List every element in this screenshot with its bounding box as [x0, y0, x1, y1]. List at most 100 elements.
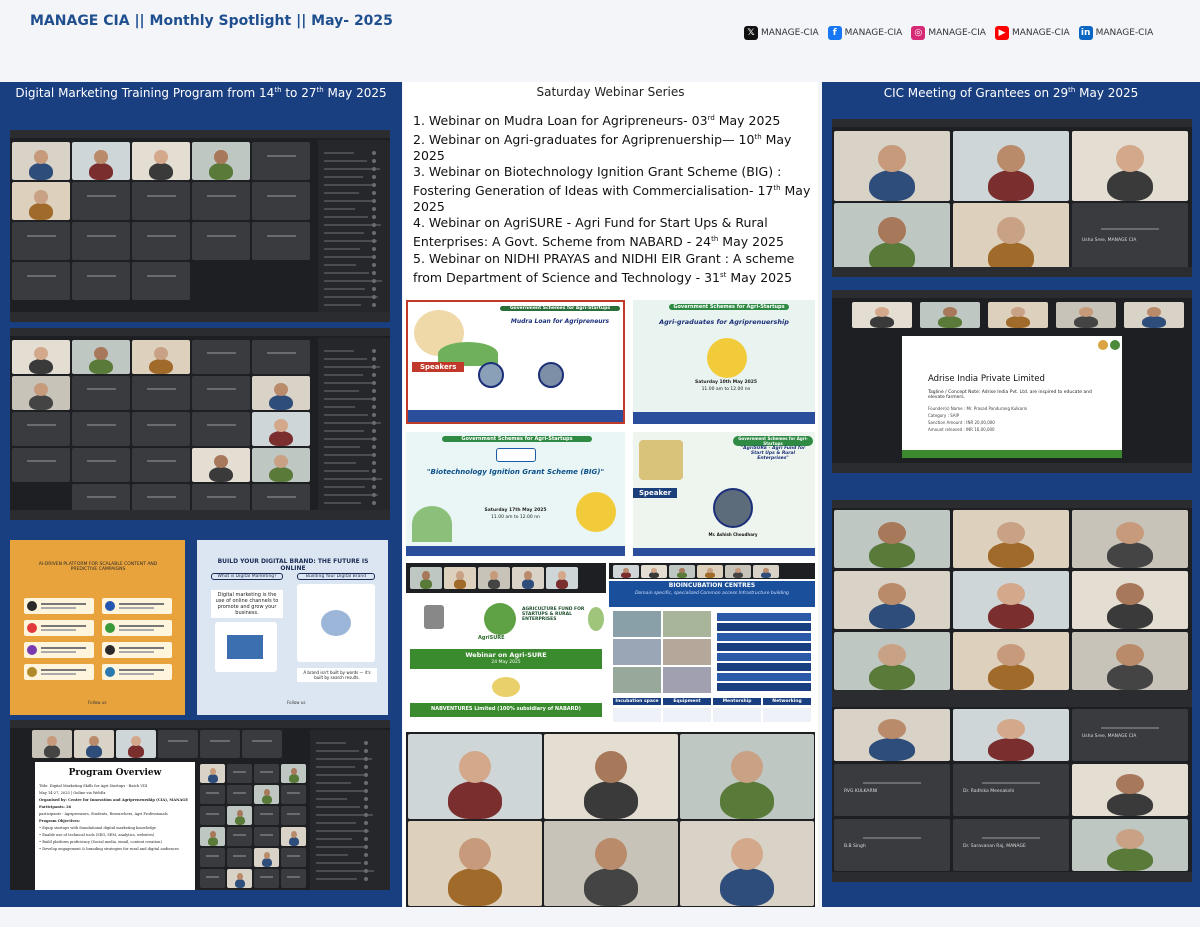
participant-status-dot [372, 151, 376, 155]
participant-face [762, 567, 770, 573]
participant-name-placeholder [206, 812, 219, 815]
participant-face [997, 643, 1025, 666]
participant-body [209, 466, 233, 482]
participant-video [544, 734, 678, 819]
ai-tool-line [119, 629, 154, 631]
participant-name-placeholder [266, 195, 296, 198]
participant-list-line [324, 462, 356, 464]
participant-list-line [324, 494, 378, 496]
participant-status-dot [364, 813, 368, 817]
participant-body [269, 394, 293, 410]
participant-face [878, 582, 906, 605]
bioinc-tab: Equipment [663, 698, 711, 705]
participant-name: RVG KULKARNI [844, 789, 878, 794]
bioinc-tab: Incubation space [613, 698, 661, 705]
participant-name-placeholder [1101, 727, 1159, 730]
participant-tile [132, 262, 190, 300]
right-column-heading: CIC Meeting of Grantees on 29th May 2025 [883, 86, 1139, 100]
participant-face [1116, 582, 1144, 605]
ai-tool-logo [27, 601, 37, 611]
participant-list-line [316, 838, 352, 840]
participant-body [987, 541, 1035, 568]
bioinc-stat [717, 653, 811, 661]
participant-name-placeholder [146, 387, 176, 390]
company-detail: Category : SAIP [928, 413, 960, 418]
participant-tile [281, 806, 306, 825]
participant-name-placeholder [260, 875, 273, 878]
participant-status-dot [364, 749, 368, 753]
participant-name: B.B Singh [844, 844, 866, 849]
participant-video [1072, 571, 1188, 629]
participant-video [254, 785, 279, 804]
participant-face [274, 454, 288, 468]
participant-body [209, 162, 233, 180]
participant-status-dot [364, 845, 368, 849]
participant-tile [72, 222, 130, 260]
participant-tile [252, 182, 310, 220]
big-scheme-poster: Government Schemes for Agri-Startups "Bi… [406, 432, 625, 556]
participant-status-dot [372, 183, 376, 187]
participant-name-placeholder [266, 155, 296, 158]
social-link[interactable]: f MANAGE-CIA [827, 26, 902, 40]
participant-status-dot [372, 493, 376, 497]
participant-status-dot [372, 445, 376, 449]
ai-tool-card [102, 598, 172, 614]
participant-name-placeholder [86, 275, 116, 278]
training-meeting-screenshot-1 [10, 130, 390, 322]
participant-status-dot [372, 389, 376, 393]
participant-status-dot [372, 215, 376, 219]
participant-tile: B.B Singh [834, 819, 950, 871]
participant-status-dot [372, 453, 376, 457]
participant-status-dot [364, 861, 368, 865]
social-label: MANAGE-CIA [1011, 28, 1070, 38]
participant-body [207, 774, 218, 783]
participant-video [680, 734, 814, 819]
facebook-icon: f [827, 26, 842, 40]
bioinc-stat [717, 673, 811, 681]
participant-tile [254, 869, 279, 888]
bioinc-photo [663, 611, 711, 637]
participant-status-dot [372, 295, 376, 299]
participant-tile [132, 222, 190, 260]
participant-body [870, 316, 894, 328]
right-column-panel: CIC Meeting of Grantees on 29th May 2025… [822, 82, 1200, 907]
participant-body [987, 663, 1035, 690]
participant-video [753, 565, 779, 578]
participant-status-dot [372, 477, 376, 481]
participant-name-placeholder [206, 351, 236, 354]
program-line: • Enable use of technical tools (SEO, SE… [39, 833, 155, 837]
participant-video [725, 565, 751, 578]
ai-tool-logo [27, 645, 37, 655]
participant-name-placeholder [146, 459, 176, 462]
participant-body [419, 579, 433, 589]
participant-body [44, 745, 60, 758]
participant-list-line [324, 192, 359, 194]
participant-list-line [324, 256, 373, 258]
participant-name-placeholder [26, 275, 56, 278]
digital-brand-poster: BUILD YOUR DIGITAL BRAND: THE FUTURE IS … [197, 540, 388, 715]
social-link[interactable]: in MANAGE-CIA [1078, 26, 1153, 40]
participant-name-placeholder [146, 275, 176, 278]
participant-video [410, 567, 442, 589]
participant-body [487, 579, 501, 589]
participant-face [458, 838, 492, 871]
participant-tile [200, 785, 225, 804]
participant-tile: Usha Sree, MANAGE CIA [1072, 709, 1188, 761]
participant-tile [254, 806, 279, 825]
participant-body [1106, 792, 1154, 816]
social-link[interactable]: ▶ MANAGE-CIA [994, 26, 1070, 40]
participant-body [288, 774, 299, 783]
participant-body [448, 867, 502, 906]
participant-body [453, 579, 467, 589]
ai-tool-card [24, 664, 94, 680]
participant-body [29, 358, 53, 374]
participant-list-line [324, 446, 360, 448]
bioinc-photo [613, 667, 661, 693]
participant-face [1116, 643, 1144, 666]
participant-face [878, 145, 906, 172]
participant-video [1124, 302, 1184, 328]
program-overview-screenshot: Program Overview Title: Digital Marketin… [10, 720, 390, 890]
social-link[interactable]: ◎ MANAGE-CIA [911, 26, 986, 40]
social-link[interactable]: 𝕏 MANAGE-CIA [744, 26, 819, 40]
ai-tool-logo [105, 601, 115, 611]
